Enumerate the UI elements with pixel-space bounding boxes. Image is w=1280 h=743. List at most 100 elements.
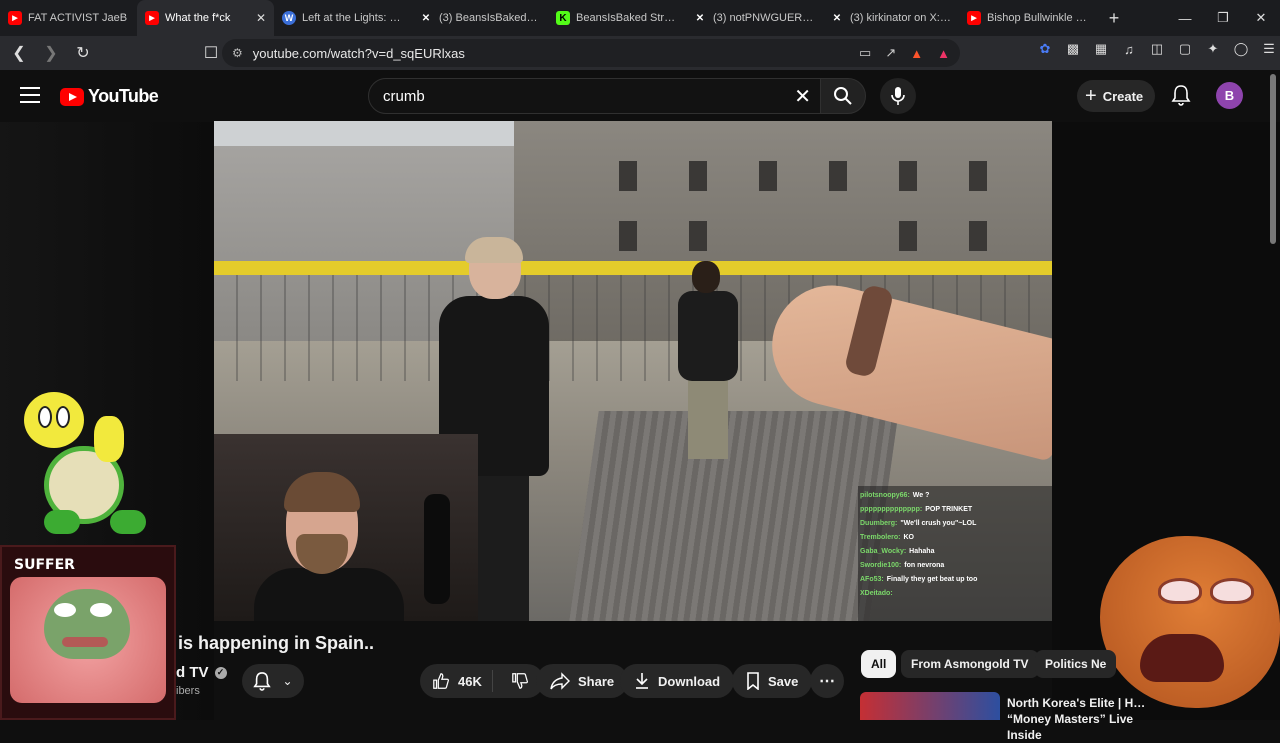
tab-title: What the f*ck	[165, 12, 231, 24]
dislike-button[interactable]	[501, 672, 541, 690]
kick-favicon-icon: K	[556, 11, 570, 25]
chip-politics[interactable]: Politics Ne	[1035, 650, 1117, 678]
brave-shields-icon[interactable]: ▲	[910, 46, 923, 61]
chat-text: "We'll crush you"~LOL	[900, 520, 977, 527]
menu-icon[interactable]: ☰	[1260, 40, 1278, 58]
chat-message: XDeitado:	[860, 587, 1050, 601]
bell-icon	[253, 672, 272, 691]
bookmark-icon[interactable]: ☐	[198, 40, 224, 66]
address-bar[interactable]: ⚙ youtube.com/watch?v=d_sqEURlxas ▭ ↗ ▲ …	[222, 39, 960, 67]
chat-text: KO	[903, 534, 914, 541]
extensions-icon[interactable]: ▩	[1064, 40, 1082, 58]
chat-username: Gaba_Wocky:	[860, 548, 907, 555]
account-avatar[interactable]: B	[1216, 82, 1243, 109]
bell-icon	[1171, 85, 1191, 106]
chat-username: Duumberg:	[860, 520, 898, 527]
browser-tab[interactable]: ✕ (3) kirkinator on X: "N	[822, 0, 959, 36]
window	[619, 221, 637, 251]
chat-message: pilotsnoopy66: We ?	[860, 489, 1050, 503]
share-page-icon[interactable]: ↗	[885, 45, 896, 61]
pepe-tv-sticker: SUFFER	[0, 545, 176, 720]
verified-icon: ✓	[214, 666, 227, 679]
tab-title: (3) BeansIsBaked (@B	[439, 12, 540, 24]
search-query: crumb	[383, 87, 425, 105]
browser-tab[interactable]: ✕ (3) notPNWGUERRILL	[685, 0, 822, 36]
recommended-video-title[interactable]: North Korea's Elite | H… “Money Masters”…	[1007, 695, 1157, 743]
chat-username: pppppppppppppp:	[860, 506, 923, 513]
notification-settings-button[interactable]: ⌄	[242, 664, 304, 698]
clear-search-icon[interactable]: ✕	[794, 84, 811, 109]
channel-name-text: d TV	[176, 664, 209, 681]
minimize-button[interactable]: —	[1166, 0, 1204, 36]
thumbs-up-icon	[433, 673, 450, 689]
close-tab-icon[interactable]: ✕	[256, 11, 266, 25]
leo-ai-icon[interactable]: ✦	[1204, 40, 1222, 58]
chat-username: Trembolero:	[860, 534, 901, 541]
youtube-play-icon	[60, 87, 84, 106]
window	[689, 221, 707, 251]
chat-text: We ?	[912, 492, 930, 499]
page-scrollbar[interactable]	[1270, 74, 1276, 244]
channel-name[interactable]: d TV ✓	[176, 664, 227, 681]
browser-tab-strip: ▶ FAT ACTIVIST JaeB ▶ What the f*ck ✕ W Left a…	[0, 0, 1280, 36]
chat-text: Hahaha	[909, 548, 935, 555]
more-actions-button[interactable]: ⋯	[810, 664, 844, 698]
search-input[interactable]: crumb ✕	[368, 78, 822, 114]
share-button[interactable]: Share	[536, 664, 629, 698]
chevron-down-icon: ⌄	[282, 674, 293, 688]
browser-tab[interactable]: ✕ (3) BeansIsBaked (@B	[411, 0, 548, 36]
browser-tab[interactable]: ▶ Bishop Bullwinkle Hel	[959, 0, 1096, 36]
notifications-button[interactable]	[1168, 82, 1194, 108]
maximize-button[interactable]: ❐	[1204, 0, 1242, 36]
window	[899, 161, 917, 191]
browser-tab[interactable]: ▶ What the f*ck ✕	[137, 0, 274, 36]
site-info-icon[interactable]: ⚙	[232, 46, 243, 60]
browser-tab[interactable]: ▶ FAT ACTIVIST JaeB	[0, 0, 137, 36]
youtube-favicon-icon: ▶	[145, 11, 159, 25]
window	[619, 161, 637, 191]
reload-button[interactable]: ↻	[70, 40, 96, 66]
shield-icon[interactable]: ◯	[1232, 40, 1250, 58]
download-label: Download	[658, 673, 721, 689]
chat-username: Swordie100:	[860, 562, 902, 569]
download-button[interactable]: Download	[620, 664, 735, 698]
wordpress-favicon-icon: W	[282, 11, 296, 25]
video-title: is happening in Spain..	[178, 633, 375, 653]
save-button[interactable]: Save	[732, 664, 813, 698]
back-button[interactable]: ❮	[6, 40, 32, 66]
new-tab-button[interactable]: +	[1100, 4, 1128, 32]
like-button[interactable]: 46K	[420, 670, 493, 692]
cast-icon[interactable]: ▭	[859, 45, 871, 61]
chat-message: Trembolero: KO	[860, 531, 1050, 545]
share-label: Share	[578, 673, 615, 689]
x-favicon-icon: ✕	[695, 12, 705, 24]
search-button[interactable]	[820, 78, 866, 114]
vpn-icon[interactable]: ✿	[1036, 40, 1054, 58]
screenshot-icon[interactable]: ▢	[1176, 40, 1194, 58]
video-person-background	[674, 261, 744, 461]
recommended-video-thumbnail[interactable]	[860, 692, 1000, 720]
sidebar-icon[interactable]: ◫	[1148, 40, 1166, 58]
sticker-text: SUFFER	[14, 557, 75, 573]
chat-message: AFo53: Finally they get beat up too	[860, 573, 1050, 587]
wallet-icon[interactable]: ▦	[1092, 40, 1110, 58]
create-button[interactable]: + Create	[1077, 80, 1156, 112]
chip-from-channel[interactable]: From Asmongold TV	[901, 650, 1039, 678]
forward-button[interactable]: ❯	[38, 40, 64, 66]
search-icon	[834, 87, 852, 105]
close-window-button[interactable]: ✕	[1242, 0, 1280, 36]
url-text: youtube.com/watch?v=d_sqEURlxas	[252, 45, 465, 61]
browser-tab[interactable]: W Left at the Lights: Ima	[274, 0, 411, 36]
browser-tab[interactable]: K BeansIsBaked Stream	[548, 0, 685, 36]
youtube-logo[interactable]: YouTube	[60, 86, 159, 107]
tab-title: BeansIsBaked Stream	[576, 12, 677, 24]
chip-all[interactable]: All	[861, 650, 897, 678]
stream-chat-overlay: pilotsnoopy66: We ? pppppppppppppp: POP TRI…	[858, 486, 1052, 621]
brave-rewards-icon[interactable]: ▲	[937, 46, 950, 61]
menu-hamburger-icon[interactable]	[20, 87, 40, 103]
voice-search-button[interactable]	[880, 78, 916, 114]
media-icon[interactable]: ♫	[1120, 40, 1138, 58]
create-label: Create	[1102, 88, 1144, 104]
chat-username: AFo53:	[860, 576, 884, 583]
chat-username: pilotsnoopy66:	[860, 492, 910, 499]
